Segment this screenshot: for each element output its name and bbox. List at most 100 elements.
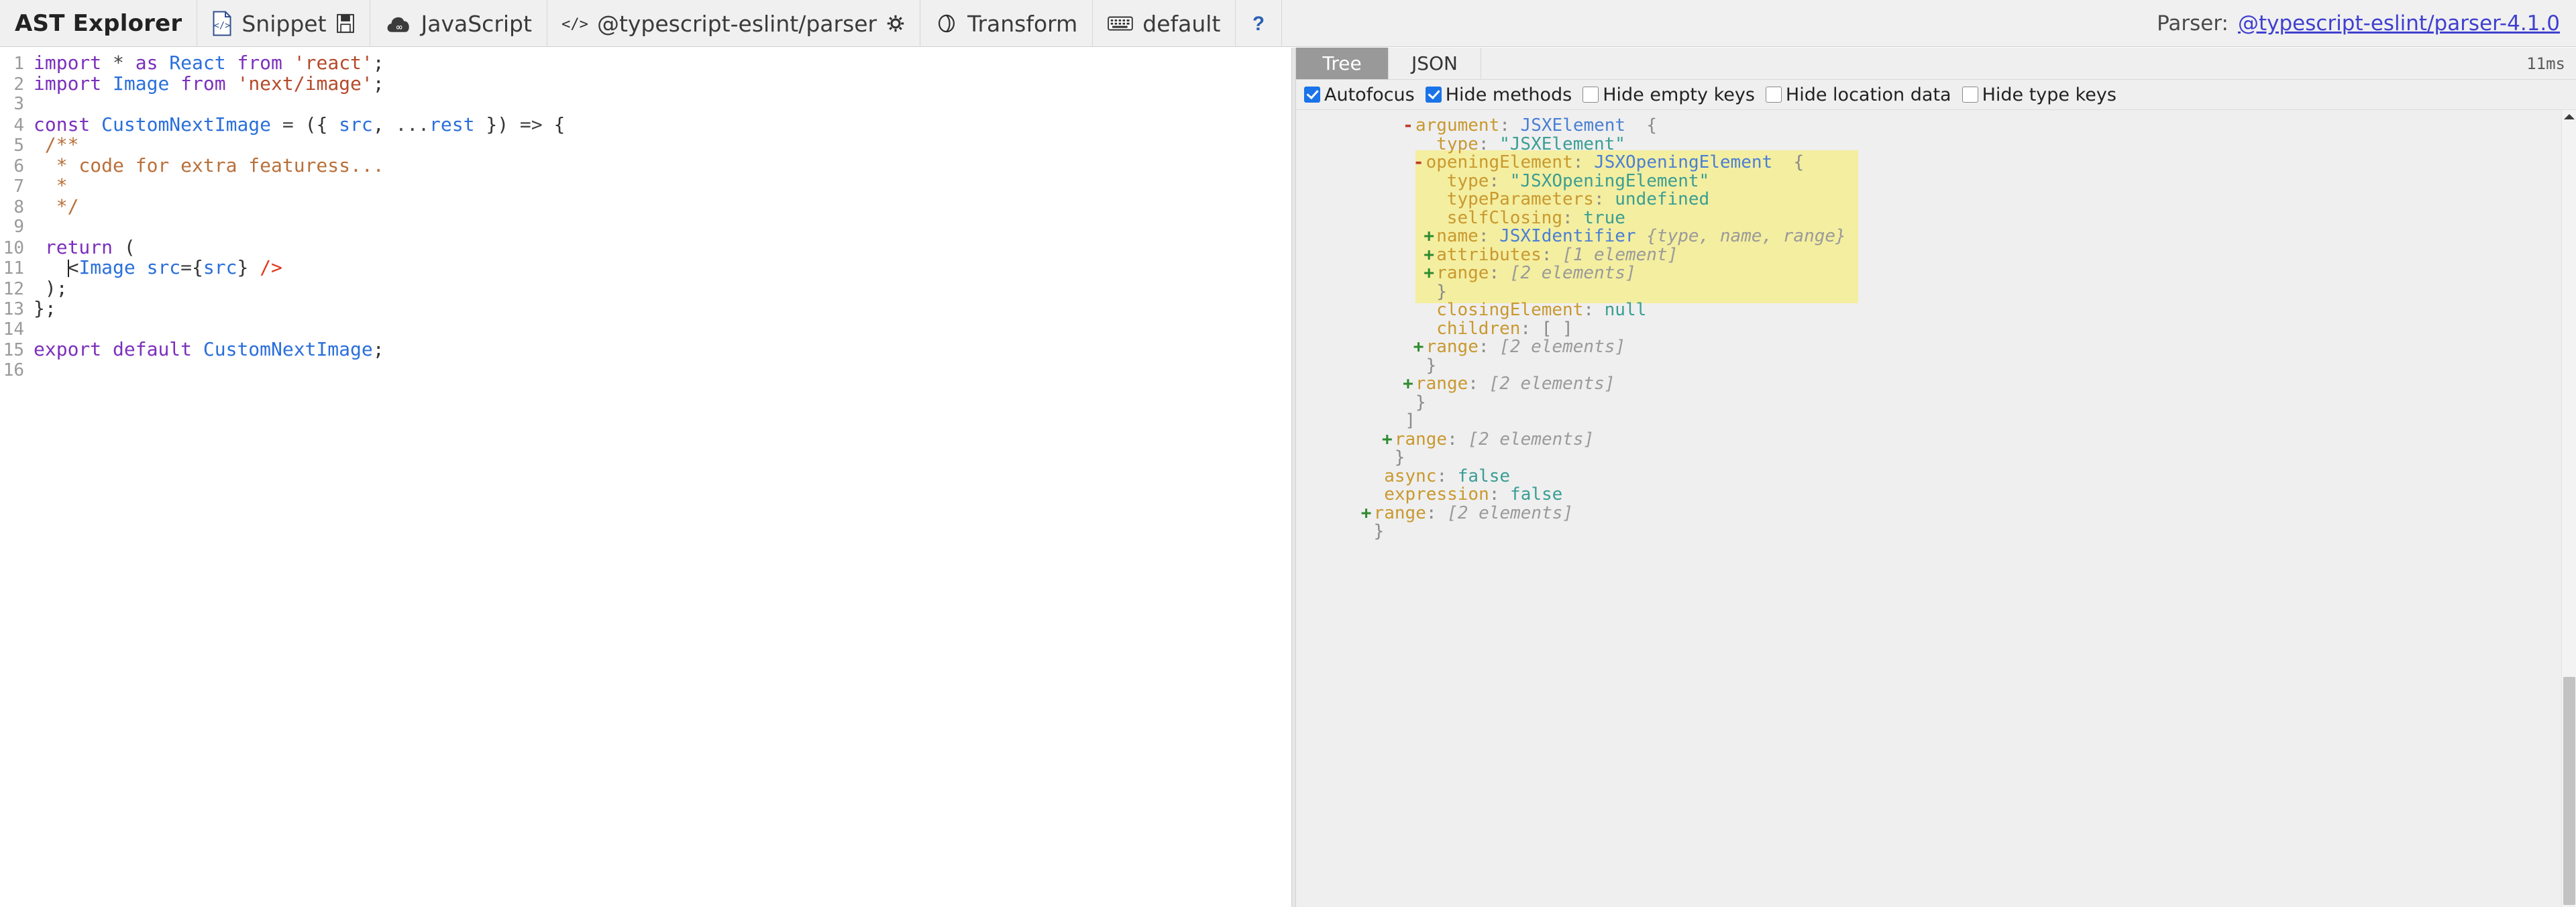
language-cell[interactable]: ∞ JavaScript: [370, 0, 547, 47]
ast-node-line[interactable]: }: [1296, 282, 2576, 302]
ast-token: range: [1436, 263, 1489, 283]
code-token: default: [113, 338, 203, 360]
line-content: export default CustomNextImage;: [34, 339, 384, 360]
ast-token: :: [1447, 429, 1468, 449]
transform-cell[interactable]: Transform: [920, 0, 1093, 47]
option-hide-methods[interactable]: Hide methods: [1425, 84, 1572, 105]
ast-node-line[interactable]: + range: [2 elements]: [1296, 263, 2576, 283]
ast-node-line[interactable]: children: [ ]: [1296, 318, 2576, 339]
tab-json[interactable]: JSON: [1389, 48, 1481, 79]
code-token: * code for extra featuress...: [34, 154, 384, 176]
expand-toggle-icon[interactable]: +: [1380, 429, 1395, 449]
ast-tree[interactable]: - argument: JSXElement { type: "JSXElemen…: [1296, 110, 2576, 907]
ast-token: :: [1572, 152, 1595, 172]
option-label: Hide methods: [1445, 84, 1572, 105]
ast-token: :: [1489, 263, 1510, 283]
ast-node-line[interactable]: type: "JSXElement": [1296, 134, 2576, 154]
ast-token: :: [1520, 318, 1542, 339]
code-token: 'react': [293, 52, 373, 74]
ast-node-line[interactable]: - argument: JSXElement {: [1296, 115, 2576, 136]
code-token: );: [34, 276, 68, 299]
editor-line: 3: [0, 94, 1291, 115]
code-token: =: [180, 256, 193, 278]
ast-token: range: [1415, 374, 1468, 394]
expand-toggle-icon[interactable]: +: [1359, 503, 1374, 523]
expand-toggle-icon[interactable]: +: [1421, 226, 1436, 246]
ast-node-line[interactable]: + range: [2 elements]: [1296, 429, 2576, 449]
ast-node-line[interactable]: + range: [2 elements]: [1296, 337, 2576, 357]
ast-node-line[interactable]: async: false: [1296, 466, 2576, 486]
code-token: {: [553, 113, 566, 136]
checkbox-unchecked-icon[interactable]: [1765, 87, 1782, 103]
ast-node-line[interactable]: selfClosing: true: [1296, 208, 2576, 228]
ast-node-line[interactable]: - openingElement: JSXOpeningElement {: [1296, 152, 2576, 172]
ast-node-line[interactable]: + range: [2 elements]: [1296, 503, 2576, 523]
line-number: 15: [3, 340, 24, 360]
code-token: CustomNextImage: [101, 113, 282, 136]
ast-node-line[interactable]: expression: false: [1296, 484, 2576, 504]
code-token: return: [44, 235, 124, 258]
parser-cell[interactable]: </> @typescript-eslint/parser: [547, 0, 921, 47]
option-hide-location-data[interactable]: Hide location data: [1765, 85, 1951, 105]
tab-tree[interactable]: Tree: [1296, 48, 1389, 79]
toggle-spacer: [1369, 484, 1384, 504]
option-autofocus[interactable]: Autofocus: [1304, 85, 1415, 105]
line-number: 9: [13, 217, 24, 237]
code-editor[interactable]: 1 import * as React from 'react'; 2 import …: [0, 48, 1291, 907]
ast-token: {type, name, range}: [1635, 226, 1846, 246]
ast-node-line[interactable]: closingElement: null: [1296, 300, 2576, 320]
ast-node-line[interactable]: }: [1296, 392, 2576, 413]
expand-toggle-icon[interactable]: +: [1421, 263, 1436, 283]
code-token: ,: [372, 113, 396, 136]
ast-node-line[interactable]: + attributes: [1 element]: [1296, 244, 2576, 265]
collapse-toggle-icon[interactable]: -: [1401, 115, 1415, 136]
ast-node-line[interactable]: }: [1296, 447, 2576, 468]
panel-divider[interactable]: [1291, 48, 1296, 907]
ast-panel: Tree JSON 11ms Autofocus Hide methods Hide …: [1296, 48, 2576, 907]
tabs-host: Tree JSON: [1296, 48, 1481, 79]
ast-node-line[interactable]: + range: [2 elements]: [1296, 374, 2576, 394]
expand-toggle-icon[interactable]: +: [1401, 374, 1415, 394]
toggle-spacer: [1401, 392, 1415, 413]
checkbox-checked-icon[interactable]: [1304, 87, 1320, 103]
checkbox-unchecked-icon[interactable]: [1962, 87, 1978, 103]
keymap-cell[interactable]: default: [1093, 0, 1236, 47]
ast-token: :: [1489, 484, 1511, 504]
snippet-cell[interactable]: </> Snippet: [197, 0, 370, 47]
ast-node-line[interactable]: ]: [1296, 411, 2576, 431]
ast-token: attributes: [1436, 244, 1542, 265]
ast-token: openingElement: [1426, 152, 1573, 172]
option-hide-type-keys[interactable]: Hide type keys: [1962, 85, 2116, 105]
code-token: import: [34, 52, 113, 74]
line-number: 11: [3, 258, 24, 278]
ast-token: [1 element]: [1562, 244, 1678, 265]
expand-toggle-icon[interactable]: +: [1421, 245, 1436, 265]
svg-text:</>: </>: [214, 21, 231, 32]
gear-icon[interactable]: [886, 14, 905, 33]
parser-version-prefix: Parser:: [2157, 11, 2229, 36]
question-mark-icon[interactable]: ?: [1250, 13, 1267, 34]
ast-node-line[interactable]: + name: JSXIdentifier {type, name, range}: [1296, 226, 2576, 246]
code-token: /**: [34, 134, 79, 156]
collapse-toggle-icon[interactable]: -: [1411, 152, 1426, 172]
ast-node-line[interactable]: }: [1296, 521, 2576, 541]
option-hide-empty-keys[interactable]: Hide empty keys: [1582, 85, 1755, 105]
floppy-disk-icon[interactable]: [336, 13, 355, 34]
brand-cell: AST Explorer: [0, 0, 198, 47]
scrollbar-thumb[interactable]: [2563, 677, 2575, 905]
line-content: );: [34, 278, 68, 299]
editor-line: 2 import Image from 'next/image';: [0, 73, 1291, 95]
parser-version-link[interactable]: @typescript-eslint/parser-4.1.0: [2238, 11, 2560, 36]
ast-node-line[interactable]: }: [1296, 356, 2576, 376]
help-cell[interactable]: ?: [1236, 0, 1283, 47]
keyboard-icon: [1108, 14, 1134, 33]
checkbox-unchecked-icon[interactable]: [1582, 87, 1599, 103]
line-number: 2: [13, 74, 24, 95]
checkbox-checked-icon[interactable]: [1425, 87, 1442, 103]
line-content: */: [34, 196, 79, 217]
ast-node-line[interactable]: type: "JSXOpeningElement": [1296, 171, 2576, 191]
ast-node-line[interactable]: typeParameters: undefined: [1296, 189, 2576, 209]
expand-toggle-icon[interactable]: +: [1411, 337, 1426, 357]
